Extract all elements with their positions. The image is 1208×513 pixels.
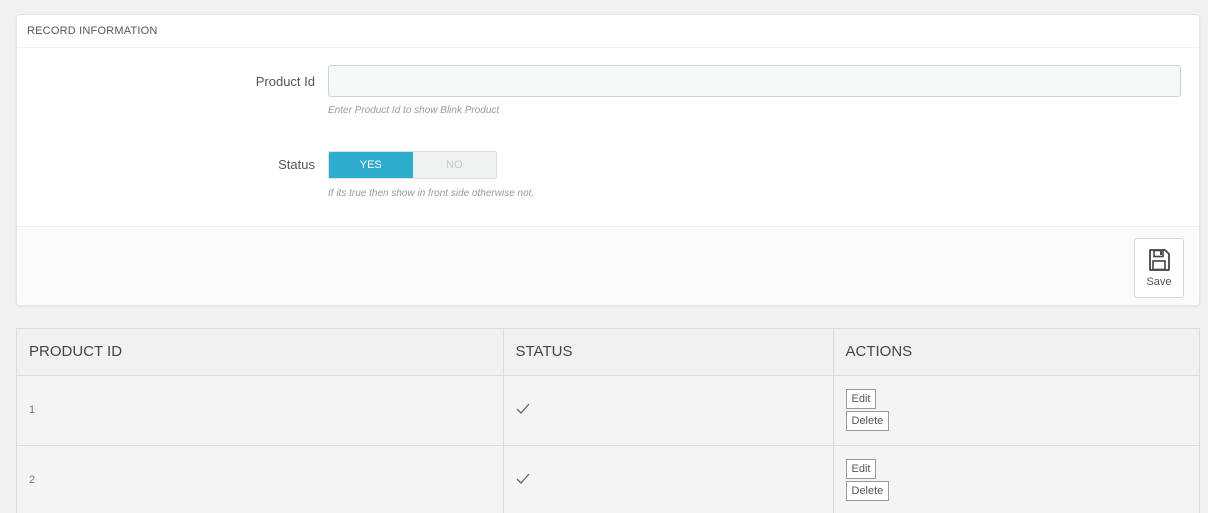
save-button[interactable]: Save	[1134, 238, 1184, 298]
cell-actions: Edit Delete	[833, 445, 1199, 513]
cell-product-id: 2	[17, 445, 504, 513]
table-header-row: PRODUCT ID STATUS ACTIONS	[17, 329, 1199, 376]
status-help: If its true then show in front side othe…	[328, 188, 535, 199]
status-label: Status	[278, 157, 315, 172]
column-header-status[interactable]: STATUS	[503, 329, 834, 376]
table-row: 2 Edit Delete	[17, 445, 1199, 513]
delete-button[interactable]: Delete	[845, 411, 890, 431]
delete-button[interactable]: Delete	[845, 481, 890, 502]
save-label: Save	[1146, 276, 1172, 288]
floppy-disk-icon	[1149, 249, 1170, 271]
status-no-option[interactable]: NO	[413, 152, 497, 178]
cell-status	[503, 445, 834, 513]
column-header-actions: ACTIONS	[833, 329, 1199, 376]
edit-button[interactable]: Edit	[845, 459, 877, 480]
table-row: 1 Edit Delete	[17, 375, 1199, 446]
product-id-label: Product Id	[255, 74, 315, 89]
product-id-input[interactable]	[328, 65, 1181, 97]
product-id-help: Enter Product Id to show Blink Product	[328, 105, 500, 116]
product-table: PRODUCT ID STATUS ACTIONS 1 Edit Delete	[16, 328, 1200, 513]
cell-product-id: 1	[17, 375, 504, 446]
check-icon	[516, 403, 529, 414]
cell-status	[503, 375, 834, 446]
record-information-panel: RECORD INFORMATION Product Id Enter Prod…	[16, 14, 1200, 306]
panel-footer: Save	[17, 226, 1199, 305]
status-switch[interactable]: YES NO	[328, 151, 497, 179]
status-yes-option[interactable]: YES	[329, 152, 413, 178]
edit-button[interactable]: Edit	[845, 389, 877, 409]
panel-heading: RECORD INFORMATION	[17, 15, 1199, 48]
cell-actions: Edit Delete	[833, 375, 1199, 446]
check-icon	[516, 473, 529, 485]
column-header-product-id[interactable]: PRODUCT ID	[17, 329, 504, 376]
